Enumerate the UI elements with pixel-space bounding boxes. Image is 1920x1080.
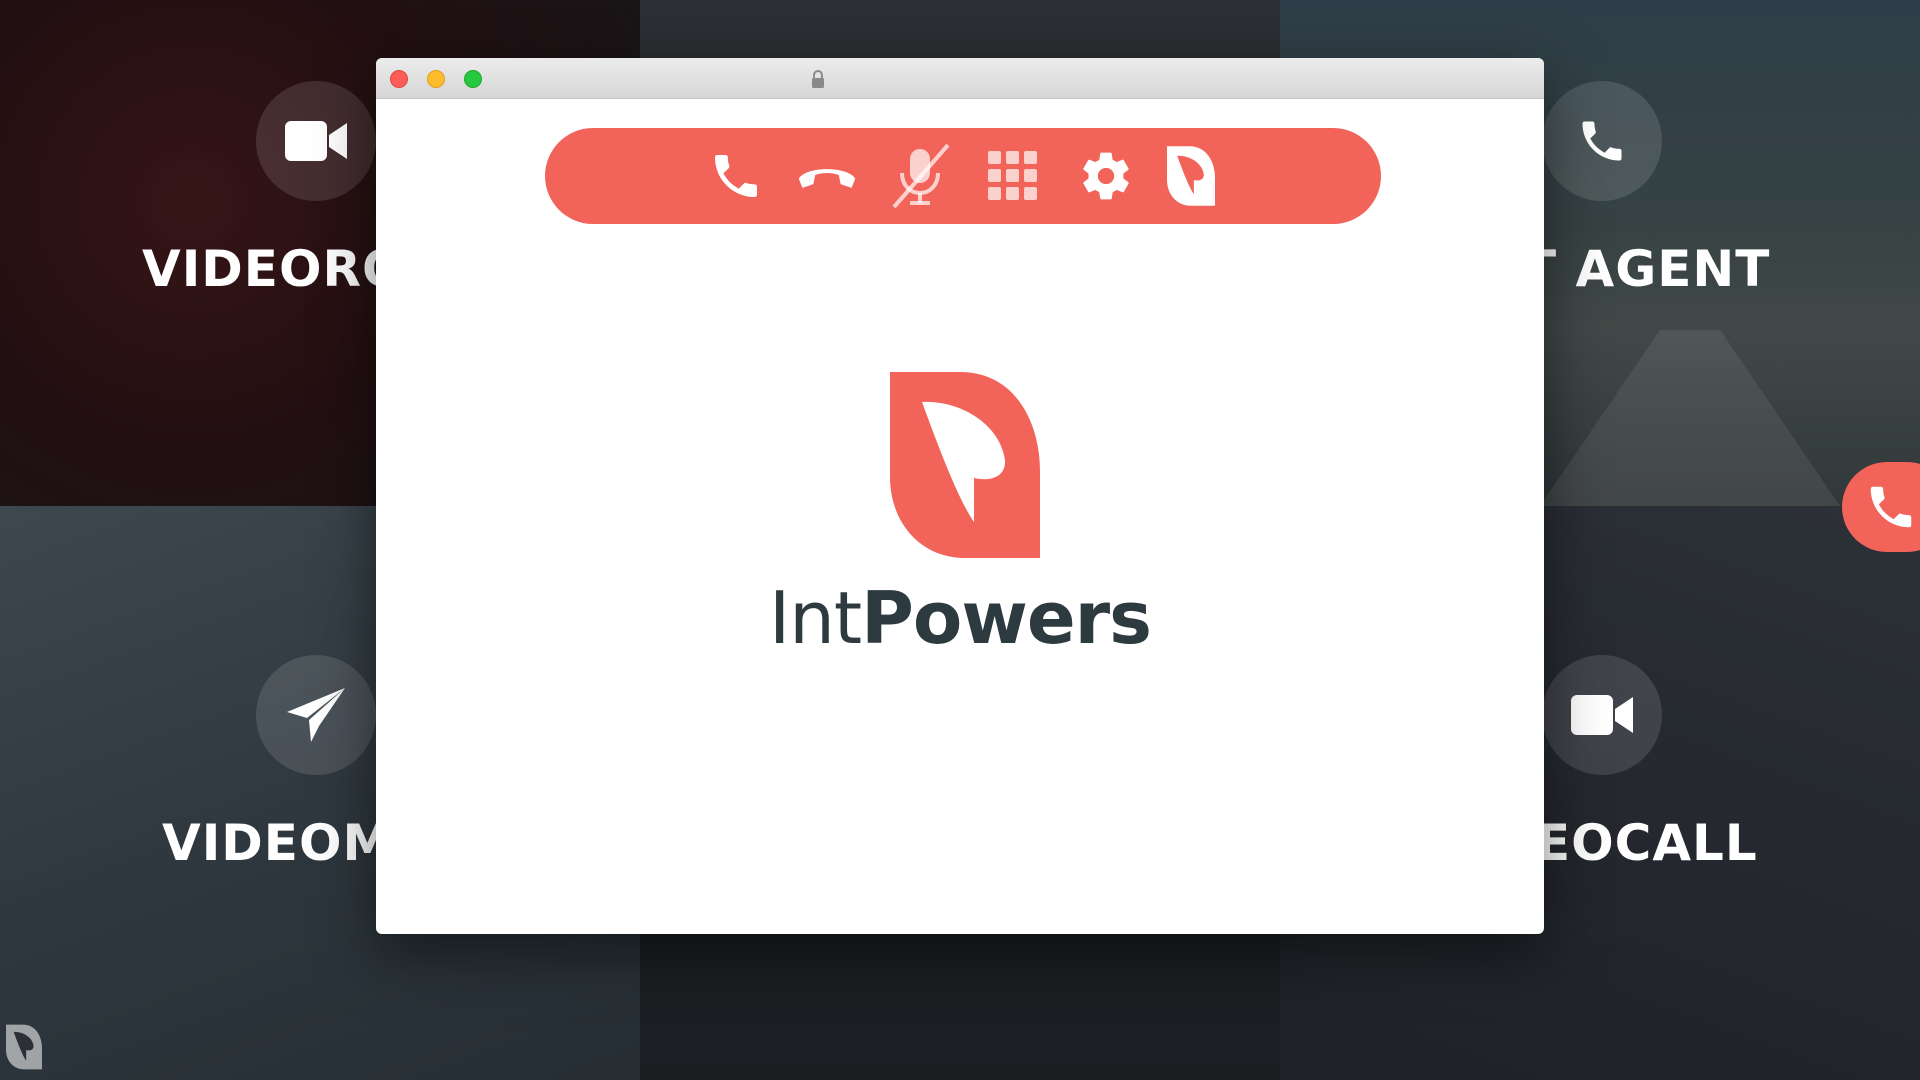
hang-up-icon xyxy=(798,169,856,188)
microphone-muted-icon xyxy=(892,143,950,209)
call-toolbar xyxy=(545,128,1381,224)
agent-label: T AGENT xyxy=(1522,240,1771,298)
brand-name-light: Int xyxy=(768,576,862,660)
call-button[interactable] xyxy=(706,148,766,204)
phone-icon xyxy=(715,155,757,197)
videomessage-button[interactable] xyxy=(256,655,376,775)
agent-call-button[interactable] xyxy=(1542,81,1662,201)
app-window: IntPowers xyxy=(376,58,1544,934)
brand-name-bold: Powers xyxy=(861,576,1152,660)
video-camera-icon xyxy=(1571,695,1633,735)
hangup-button[interactable] xyxy=(797,148,857,204)
keypad-grid-icon xyxy=(988,151,1037,200)
window-minimize-button[interactable] xyxy=(427,70,445,88)
phone-icon xyxy=(1870,486,1912,528)
videoroom-button[interactable] xyxy=(256,81,376,201)
paper-plane-icon xyxy=(287,688,345,742)
dialpad-button[interactable] xyxy=(983,148,1043,204)
intpowers-logo-icon xyxy=(890,372,1040,558)
video-camera-icon xyxy=(285,121,347,161)
intpowers-logo-icon xyxy=(1167,146,1215,206)
videoroom-label: VIDEORO xyxy=(142,240,406,298)
videocall-label: EOCALL xyxy=(1536,814,1758,872)
window-close-button[interactable] xyxy=(390,70,408,88)
phone-icon xyxy=(1582,121,1622,161)
window-maximize-button[interactable] xyxy=(464,70,482,88)
intpowers-logo-icon xyxy=(6,1024,42,1070)
videomessage-label: VIDEOM xyxy=(162,814,394,872)
videocall-button[interactable] xyxy=(1542,655,1662,775)
mute-button[interactable] xyxy=(890,143,950,209)
window-titlebar[interactable] xyxy=(376,58,1544,99)
gear-icon xyxy=(1083,152,1129,200)
brand-wordmark: IntPowers xyxy=(376,576,1544,660)
settings-button[interactable] xyxy=(1076,148,1136,204)
lock-icon xyxy=(812,70,824,88)
intpowers-app-button[interactable] xyxy=(1161,146,1221,206)
